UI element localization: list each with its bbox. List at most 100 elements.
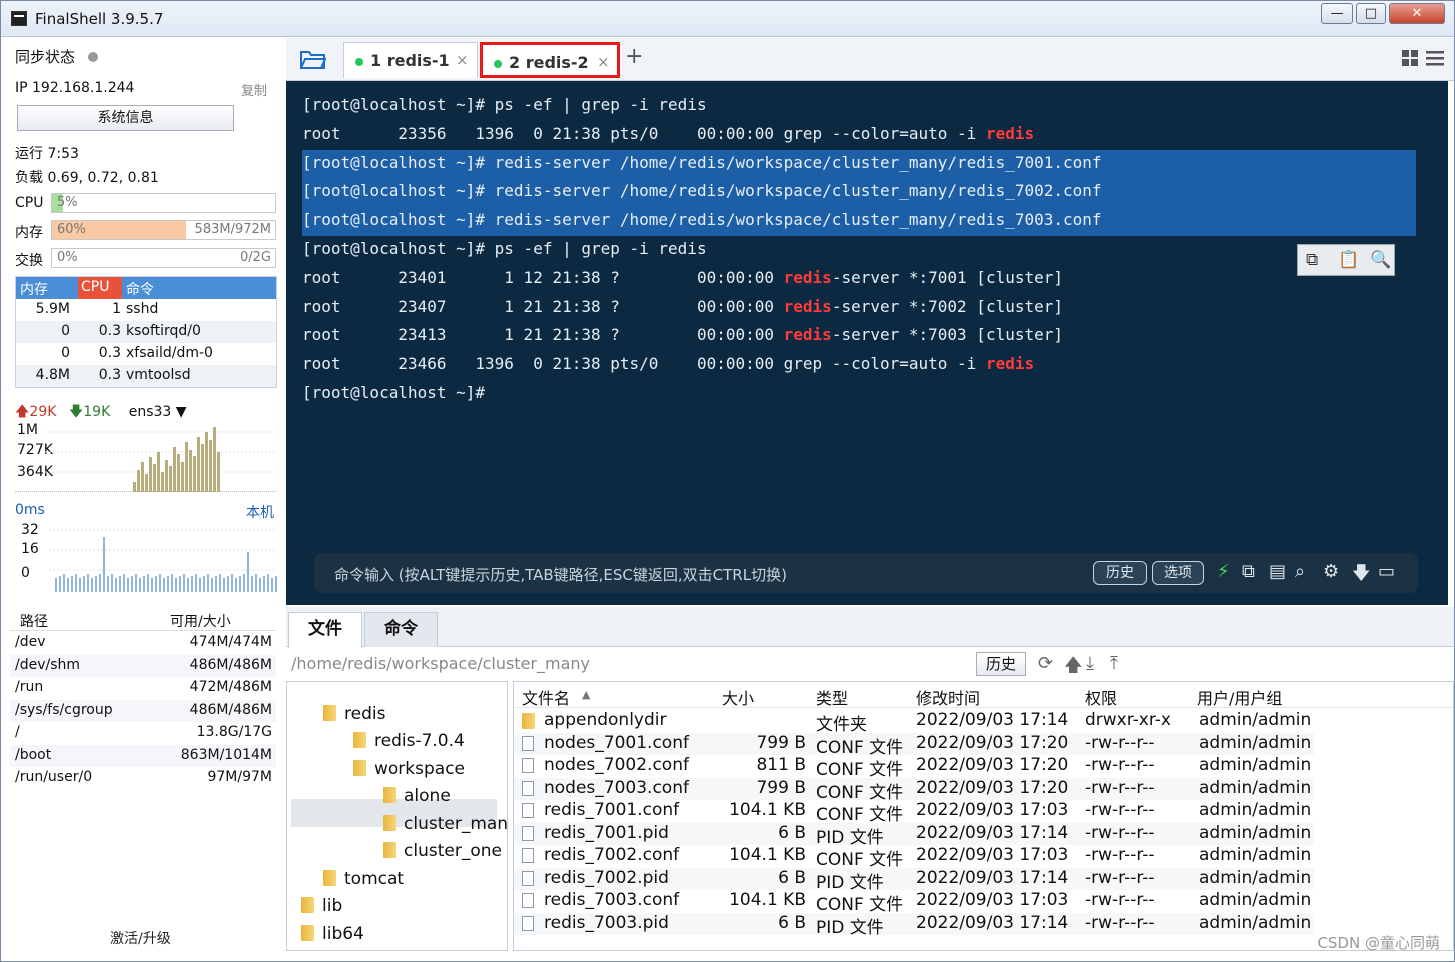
activate-upgrade-link[interactable]: 激活/升级: [110, 928, 171, 948]
ping-bar: [235, 578, 237, 592]
interface-select[interactable]: ens33: [129, 404, 172, 420]
file-row[interactable]: nodes_7003.conf 799 B CONF 文件 2022/09/03 17…: [514, 777, 1314, 803]
tree-item-label: lib: [322, 896, 343, 916]
gear-icon[interactable]: ⚙: [1323, 561, 1339, 582]
file-row[interactable]: nodes_7002.conf 811 B CONF 文件 2022/09/03 17…: [514, 755, 1314, 780]
ping-bar: [143, 576, 145, 592]
file-row[interactable]: appendonlydir 文件夹 2022/09/03 17:14 drwxr-xr…: [514, 710, 1314, 735]
maximize-button[interactable]: □: [1356, 3, 1386, 24]
tab-commands[interactable]: 命令: [364, 612, 438, 647]
ping-label: 0ms: [15, 502, 45, 518]
add-tab-button[interactable]: +: [625, 44, 643, 69]
col-filename[interactable]: 文件名: [522, 685, 570, 709]
terminal-toolbar: ⧉ 📋 🔍: [1297, 244, 1395, 276]
ping-bar: [99, 574, 101, 592]
col-type[interactable]: 类型: [816, 685, 848, 709]
disk-row[interactable]: /dev 474M/474M: [10, 632, 276, 654]
disk-row[interactable]: /run 472M/486M: [10, 677, 276, 699]
file-row[interactable]: redis_7001.conf 104.1 KB CONF 文件 2022/09/03…: [514, 800, 1314, 825]
process-row[interactable]: 4.8M 0.3 vmtoolsd: [16, 365, 276, 387]
chevron-down-icon[interactable]: ▼: [171, 404, 187, 420]
ping-bar: [63, 574, 65, 592]
col-permissions[interactable]: 权限: [1085, 685, 1117, 709]
process-row[interactable]: 0 0.3 xfsaild/dm-0: [16, 343, 276, 365]
net-bar: [181, 462, 184, 492]
tree-item[interactable]: alone: [383, 786, 451, 806]
file-row[interactable]: redis_7003.pid 6 B PID 文件 2022/09/03 17:14-…: [514, 912, 1314, 938]
file-row[interactable]: nodes_7001.conf 799 B CONF 文件 2022/09/03 17…: [514, 732, 1314, 758]
file-name: redis_7002.pid: [544, 867, 669, 888]
file-row[interactable]: redis_7002.pid 6 B PID 文件 2022/09/03 17:14-…: [514, 867, 1314, 893]
col-modified[interactable]: 修改时间: [916, 685, 980, 709]
options-button[interactable]: 选项: [1152, 561, 1204, 585]
command-input-hint[interactable]: 命令输入 (按ALT键提示历史,TAB键路径,ESC键返回,双击CTRL切换): [334, 564, 787, 585]
tab-redis-2[interactable]: 2 redis-2 ×: [480, 42, 620, 78]
col-owner[interactable]: 用户/用户组: [1197, 685, 1282, 709]
tree-item[interactable]: cluster_many: [383, 814, 507, 834]
col-cpu[interactable]: CPU: [78, 277, 122, 299]
path-input[interactable]: /home/redis/workspace/cluster_many: [291, 654, 590, 673]
tree-item[interactable]: workspace: [353, 759, 465, 779]
tab-redis-1[interactable]: 1 redis-1 ×: [343, 42, 478, 78]
col-path[interactable]: 路径: [20, 611, 48, 631]
paste-icon[interactable]: ▤: [1269, 561, 1286, 582]
close-tab-icon[interactable]: ×: [597, 53, 610, 71]
tree-item[interactable]: tomcat: [323, 869, 404, 889]
up-dir-icon[interactable]: 🡅: [1064, 653, 1083, 683]
refresh-icon[interactable]: ⟳: [1038, 653, 1053, 674]
col-size[interactable]: 大小: [722, 685, 754, 709]
file-row[interactable]: redis_7002.conf 104.1 KB CONF 文件 2022/09/03…: [514, 845, 1314, 870]
disk-row[interactable]: /sys/fs/cgroup 486M/486M: [10, 699, 276, 722]
disk-row[interactable]: /run/user/0 97M/97M: [10, 767, 276, 789]
sort-ascending-icon[interactable]: ▲: [582, 688, 590, 701]
col-command[interactable]: 命令: [126, 279, 154, 299]
file-row[interactable]: redis_7003.conf 104.1 KB CONF 文件 2022/09/03…: [514, 890, 1314, 915]
ping-bar: [111, 574, 113, 592]
tree-item[interactable]: redis: [323, 704, 385, 724]
path-history-button[interactable]: 历史: [976, 652, 1026, 676]
disk-row[interactable]: / 13.8G/17G: [10, 722, 276, 744]
mem-label: 内存: [15, 225, 43, 241]
paste-icon[interactable]: 📋: [1338, 250, 1359, 270]
swap-detail: 0/2G: [240, 250, 271, 265]
copy-icon[interactable]: ⧉: [1306, 250, 1318, 270]
maximize-icon[interactable]: ▭: [1378, 561, 1395, 582]
minimize-button[interactable]: —: [1321, 3, 1353, 24]
terminal-text: -server *:7001 [cluster]: [831, 267, 1063, 287]
file-name: redis_7001.pid: [544, 822, 669, 843]
lightning-icon[interactable]: ⚡: [1217, 561, 1230, 582]
tree-item[interactable]: cluster_one: [383, 841, 502, 861]
search-icon[interactable]: ⌕: [1295, 561, 1305, 582]
layout-grid-icon[interactable]: [1402, 48, 1446, 68]
copy-ip-button[interactable]: 复制: [241, 80, 267, 99]
upload-icon[interactable]: ⤒: [1110, 653, 1118, 674]
process-row[interactable]: 0 0.3 ksoftirqd/0: [16, 321, 276, 343]
terminal-highlight: redis: [783, 267, 832, 287]
close-tab-icon[interactable]: ×: [456, 51, 469, 69]
copy-icon[interactable]: ⧉: [1242, 561, 1255, 582]
tree-item[interactable]: lib: [301, 896, 342, 916]
terminal[interactable]: [root@localhost ~]# ps -ef | grep -i red…: [286, 81, 1448, 605]
folder-icon: [301, 897, 314, 913]
col-available[interactable]: 可用/大小: [170, 611, 231, 631]
disk-row[interactable]: /boot 863M/1014M: [10, 744, 276, 767]
col-mem[interactable]: 内存: [20, 279, 48, 299]
download-icon[interactable]: ⤓: [1086, 653, 1094, 674]
tree-item[interactable]: lib64: [301, 924, 364, 944]
file-command-tabs: 文件 命令: [286, 607, 1454, 648]
net-bar: [133, 482, 136, 492]
command-input-bar[interactable]: 命令输入 (按ALT键提示历史,TAB键路径,ESC键返回,双击CTRL切换) …: [314, 553, 1418, 593]
system-info-button[interactable]: 系统信息: [17, 105, 234, 131]
tab-files[interactable]: 文件: [288, 612, 362, 648]
close-button[interactable]: ✕: [1389, 3, 1445, 24]
open-folder-icon[interactable]: [300, 49, 326, 69]
history-button[interactable]: 历史: [1093, 561, 1147, 585]
ping-bar: [203, 576, 205, 592]
process-row[interactable]: 5.9M 1 sshd: [16, 299, 276, 321]
search-icon[interactable]: 🔍: [1370, 250, 1391, 270]
tree-item[interactable]: redis-7.0.4: [353, 731, 465, 751]
file-row[interactable]: redis_7001.pid 6 B PID 文件 2022/09/03 17:14-…: [514, 822, 1314, 848]
file-permissions: -rw-r--r--: [1085, 912, 1155, 933]
disk-row[interactable]: /dev/shm 486M/486M: [10, 654, 276, 677]
arrow-down-icon[interactable]: 🡇: [1352, 561, 1371, 591]
